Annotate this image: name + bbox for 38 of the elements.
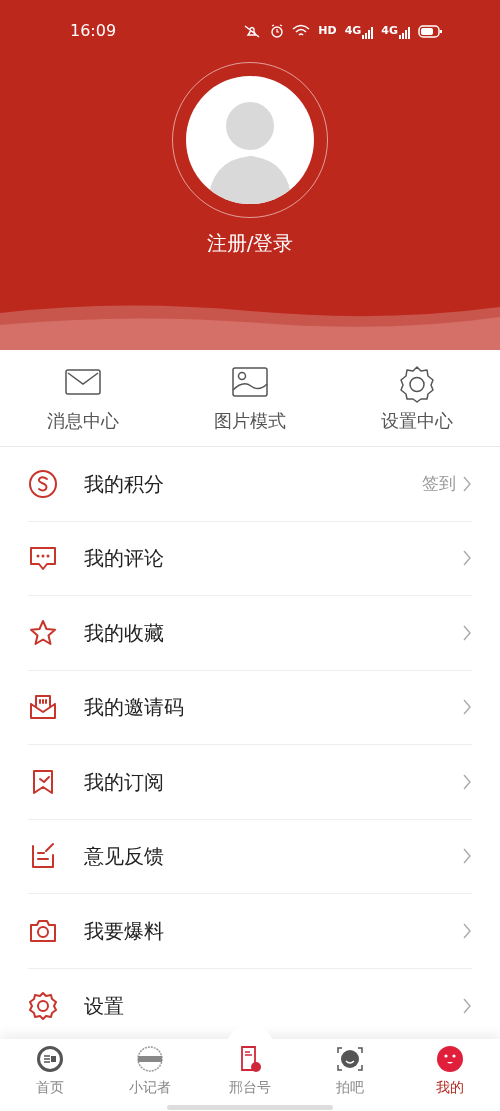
menu-item[interactable]: 我的收藏 [28, 596, 472, 671]
menu-item[interactable]: 我要爆料 [28, 894, 472, 969]
quick-action-label[interactable]: 图片模式 [214, 407, 286, 434]
chevron-icon [462, 549, 472, 568]
menu-item[interactable]: 我的订阅 [28, 745, 472, 820]
chevron-icon [462, 623, 472, 642]
chevron-icon [462, 921, 472, 940]
star-icon [28, 617, 58, 648]
alarm-icon [270, 24, 285, 38]
battery-icon [418, 24, 442, 38]
avatar[interactable] [186, 76, 314, 204]
smiley-camera-icon [336, 1045, 364, 1073]
wifi-icon [292, 24, 311, 38]
quick-action-label[interactable]: 消息中心 [47, 407, 120, 434]
signal-icon [361, 27, 374, 40]
chevron-icon [462, 996, 472, 1015]
network-label: 4G [381, 22, 398, 39]
status-time: 16:09 [70, 20, 117, 42]
signal-icon [398, 27, 410, 40]
settings-icon [397, 366, 436, 403]
menu-item[interactable]: 我的评论 [28, 521, 472, 596]
menu-item[interactable]: 意见反馈 [28, 819, 472, 894]
settings-icon [28, 990, 58, 1021]
home-icon [36, 1045, 64, 1073]
points-icon [28, 468, 58, 499]
menu-item[interactable]: 我的积分 签到 [28, 447, 472, 522]
stamp-icon [136, 1045, 164, 1073]
quick-action-label[interactable]: 设置中心 [380, 407, 453, 434]
chevron-icon [462, 698, 472, 717]
network-label: 4G [344, 22, 362, 39]
hd-label: HD [318, 22, 337, 39]
chevron-icon [462, 772, 472, 791]
chevron-icon [462, 474, 472, 493]
check-in-label: 签到 [422, 472, 456, 495]
login-link[interactable]: 注册/登录 [206, 231, 294, 255]
menu-item[interactable]: 我的邀请码 [28, 670, 472, 745]
smiley-icon [436, 1045, 464, 1073]
chevron-icon [462, 847, 472, 866]
